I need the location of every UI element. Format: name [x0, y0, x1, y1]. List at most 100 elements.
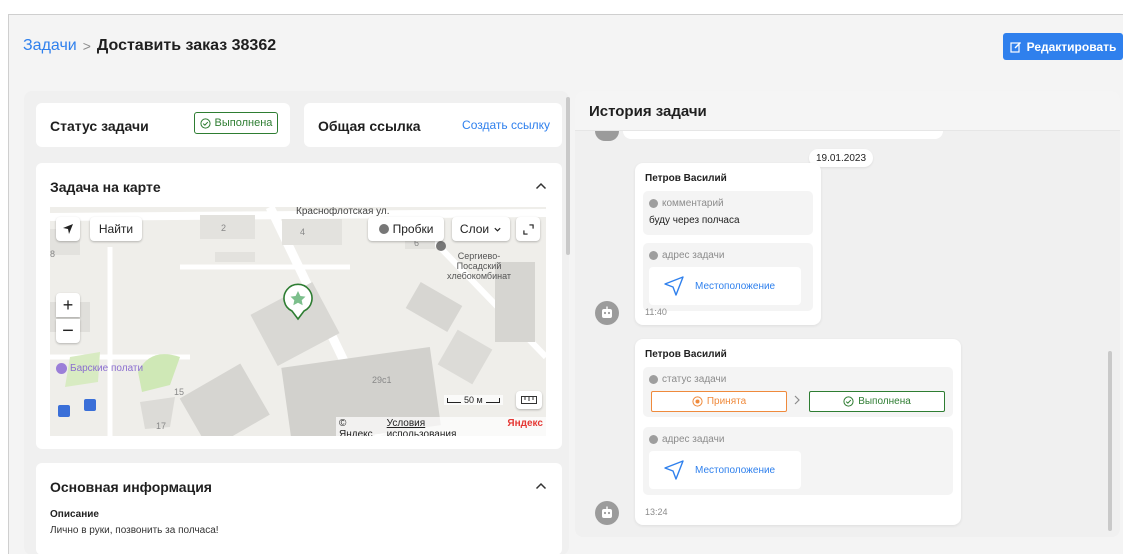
- message-time: 13:24: [645, 507, 668, 517]
- share-link-title: Общая ссылка: [318, 118, 421, 134]
- poi-bakery-label[interactable]: Сергиево- Посадский хлебокомбинат: [444, 251, 514, 281]
- house-number: 15: [174, 387, 185, 397]
- history-scrollbar[interactable]: [1108, 351, 1112, 531]
- description-text: Лично в руки, позвонить за полчаса!: [50, 525, 219, 536]
- bot-avatar: [595, 131, 619, 141]
- left-panel-scrollbar[interactable]: [566, 97, 570, 255]
- house-number: 4: [300, 227, 306, 237]
- copyright-text: © Яндекс: [339, 418, 373, 436]
- radio-dot-icon: [692, 396, 703, 407]
- zoom-out-button[interactable]: −: [56, 319, 80, 343]
- history-message: Петров Василий статус задачи Принята Вып…: [635, 339, 961, 525]
- house-number: 2: [221, 223, 227, 233]
- scale-bar-left: [447, 397, 461, 403]
- layers-button[interactable]: Слои: [452, 217, 510, 241]
- breadcrumb: Задачи > Доставить заказ 38362: [23, 37, 276, 55]
- status-card: Статус задачи Выполнена: [36, 103, 290, 147]
- status-change-label: статус задачи: [649, 374, 726, 385]
- history-panel: История задачи 19.01.2023 Петров Василий…: [575, 91, 1120, 537]
- address-label: адрес задачи: [649, 434, 724, 445]
- terms-link[interactable]: Условия использования: [387, 418, 498, 436]
- chevron-up-icon[interactable]: [534, 479, 548, 493]
- plus-icon: +: [62, 294, 74, 315]
- history-message: Петров Василий комментарий буду через по…: [635, 163, 821, 325]
- poi-hotel[interactable]: Барские полати: [56, 363, 143, 374]
- app-frame: Задачи > Доставить заказ 38362 Редактиро…: [8, 14, 1123, 554]
- zoom-in-button[interactable]: +: [56, 293, 80, 317]
- robot-icon: [602, 506, 612, 518]
- message-author: Петров Василий: [645, 349, 727, 360]
- breadcrumb-separator: >: [82, 38, 91, 54]
- message-author: Петров Василий: [645, 173, 727, 184]
- navigation-arrow-icon: [63, 224, 73, 234]
- geolocate-button[interactable]: [56, 217, 80, 241]
- address-label-text: адрес задачи: [662, 250, 725, 261]
- house-number: 8: [50, 249, 56, 259]
- address-label: адрес задачи: [649, 250, 724, 261]
- traffic-label: Пробки: [392, 222, 434, 236]
- fullscreen-button[interactable]: [516, 217, 540, 241]
- comment-label: комментарий: [649, 198, 724, 209]
- comment-label-text: комментарий: [662, 198, 724, 209]
- address-label-text: адрес задачи: [662, 434, 725, 445]
- chevron-up-icon[interactable]: [534, 179, 548, 193]
- transit-icon[interactable]: [58, 405, 70, 417]
- message-time: 11:40: [645, 307, 667, 317]
- status-icon: [649, 375, 658, 384]
- bot-avatar: [595, 501, 619, 525]
- traffic-button[interactable]: Пробки: [368, 217, 444, 241]
- status-card-title: Статус задачи: [50, 118, 149, 134]
- bot-avatar: [595, 301, 619, 325]
- scale-bar-right: [485, 397, 500, 403]
- task-location-marker-icon[interactable]: [282, 283, 314, 321]
- chevron-right-icon: [794, 395, 800, 405]
- status-to-label: Выполнена: [858, 396, 911, 407]
- map-view[interactable]: Краснофлотская ул. 2 4 6 8 15 17 29с1 Се…: [50, 207, 546, 436]
- status-badge: Выполнена: [194, 112, 278, 134]
- navigation-arrow-icon: [664, 276, 684, 296]
- description-label: Описание: [50, 509, 99, 520]
- create-link-button[interactable]: Создать ссылку: [462, 118, 550, 132]
- address-section: адрес задачи Местоположение: [643, 243, 813, 311]
- location-label: Местоположение: [695, 280, 776, 292]
- status-badge-label: Выполнена: [214, 117, 273, 129]
- comment-icon: [649, 199, 658, 208]
- status-change-label-text: статус задачи: [662, 374, 727, 385]
- location-label: Местоположение: [695, 464, 776, 476]
- location-button[interactable]: Местоположение: [649, 267, 801, 305]
- status-from-badge: Принята: [651, 391, 787, 412]
- check-circle-icon: [199, 117, 211, 129]
- house-number: 17: [156, 421, 167, 431]
- comment-text: буду через полчаса: [649, 215, 740, 226]
- transit-icon[interactable]: [84, 399, 96, 411]
- hotel-icon: [56, 363, 67, 374]
- chevron-down-icon: [494, 227, 501, 232]
- poi-bakery-icon: [436, 241, 446, 251]
- address-section: адрес задачи Местоположение: [643, 427, 953, 495]
- status-change-section: статус задачи Принята Выполнена: [643, 367, 953, 417]
- history-title: История задачи: [589, 103, 707, 120]
- main-info-card: Основная информация Описание Лично в рук…: [36, 463, 562, 554]
- ruler-icon: [521, 396, 537, 404]
- map-copyright: © Яндекс Условия использования Яндекс: [336, 417, 546, 436]
- poi-hotel-label: Барские полати: [70, 363, 144, 374]
- breadcrumb-tasks-link[interactable]: Задачи: [23, 37, 77, 55]
- map-find-button[interactable]: Найти: [90, 217, 142, 241]
- yandex-logo[interactable]: Яндекс: [507, 418, 543, 436]
- ruler-button[interactable]: [516, 391, 542, 409]
- previous-message-edge: [623, 131, 943, 139]
- map-card-title: Задача на карте: [50, 179, 161, 195]
- edit-button[interactable]: Редактировать: [1003, 33, 1123, 60]
- history-header: История задачи: [575, 91, 1120, 131]
- expand-icon: [522, 223, 534, 235]
- share-link-card: Общая ссылка Создать ссылку: [304, 103, 562, 147]
- scale-label: 50 м: [464, 395, 483, 405]
- layers-label: Слои: [459, 222, 490, 236]
- edit-button-label: Редактировать: [1026, 39, 1117, 54]
- edit-icon: [1010, 41, 1021, 53]
- address-icon: [649, 251, 658, 260]
- robot-icon: [602, 306, 612, 318]
- map-card: Задача на карте Краснофлотская ул. 2 4 6…: [36, 163, 562, 449]
- address-icon: [649, 435, 658, 444]
- location-button[interactable]: Местоположение: [649, 451, 801, 489]
